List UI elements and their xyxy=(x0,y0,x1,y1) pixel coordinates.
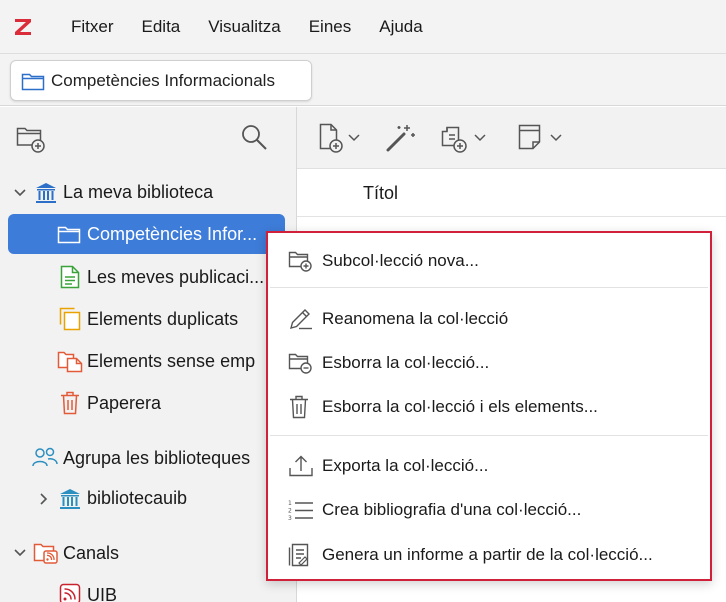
library-icon xyxy=(34,182,58,204)
report-icon xyxy=(288,543,312,567)
trash-icon xyxy=(60,391,80,415)
search-icon[interactable] xyxy=(240,123,268,151)
column-title[interactable]: Títol xyxy=(363,183,398,204)
chevron-right-icon[interactable] xyxy=(38,492,50,506)
tree-label: Agrupa les biblioteques xyxy=(63,448,251,468)
menu-view[interactable]: Visualitza xyxy=(194,0,294,54)
menu-label: Genera un informe a partir de la col·lec… xyxy=(322,545,653,564)
numbered-list-icon: 123 xyxy=(288,498,314,522)
menu-item-new-subcollection[interactable]: Subcol·lecció nova... xyxy=(268,239,710,283)
menu-label: Subcol·lecció nova... xyxy=(322,251,479,270)
chevron-down-icon[interactable] xyxy=(13,547,27,559)
new-note-button[interactable] xyxy=(516,123,566,153)
folder-icon xyxy=(21,71,45,91)
menu-edit[interactable]: Edita xyxy=(128,0,195,54)
menu-item-delete[interactable]: Esborra la col·lecció... xyxy=(268,341,710,385)
tree-label: UIB xyxy=(87,585,118,602)
tree-label: Competències Infor... xyxy=(87,224,258,244)
items-toolbar xyxy=(297,107,726,169)
collections-toolbar xyxy=(0,107,296,169)
menu-item-rename[interactable]: Reanomena la col·lecció xyxy=(268,297,710,341)
tree-item-feeds[interactable]: Canals xyxy=(0,533,296,573)
menu-bar: Fitxer Edita Visualitza Eines Ajuda xyxy=(0,0,726,54)
menu-item-delete-with-items[interactable]: Esborra la col·lecció i els elements... xyxy=(268,385,710,429)
menu-separator xyxy=(270,435,708,436)
add-attachment-button[interactable] xyxy=(439,123,489,153)
tree-item-group-libraries[interactable]: Agrupa les biblioteques xyxy=(0,438,296,478)
menu-label: Reanomena la col·lecció xyxy=(322,309,509,328)
library-icon xyxy=(58,488,82,510)
chevron-down-icon[interactable] xyxy=(13,187,27,199)
menu-label: Crea bibliografia d'una col·lecció... xyxy=(322,500,582,519)
tree-label: Paperera xyxy=(87,393,162,413)
svg-text:2: 2 xyxy=(288,508,292,515)
tree-item-my-publications[interactable]: Les meves publicaci... xyxy=(0,257,296,297)
tab-label: Competències Informacionals xyxy=(51,70,275,90)
unfiled-items-icon xyxy=(57,349,83,373)
tree-item-unfiled[interactable]: Elements sense emp xyxy=(0,341,296,381)
new-subcollection-icon xyxy=(288,250,312,272)
new-item-button[interactable] xyxy=(317,123,363,153)
delete-collection-icon xyxy=(288,352,312,374)
magic-wand-icon[interactable] xyxy=(385,123,417,153)
collections-pane: La meva biblioteca Competències Infor...… xyxy=(0,107,297,602)
tree-label: Elements duplicats xyxy=(87,309,239,329)
tree-label: Canals xyxy=(63,543,120,563)
tab-library[interactable]: Competències Informacionals xyxy=(10,60,312,101)
tree-item-group-bibliotecauib[interactable]: bibliotecauib xyxy=(0,479,296,519)
tree-item-collection-selected[interactable]: Competències Infor... xyxy=(0,214,296,254)
tab-strip: Competències Informacionals xyxy=(0,54,726,106)
trash-icon xyxy=(288,395,310,419)
feed-icon xyxy=(59,583,81,602)
group-icon xyxy=(32,446,58,470)
menu-item-bibliography[interactable]: 123 Crea bibliografia d'una col·lecció..… xyxy=(268,488,710,532)
tree-item-my-library[interactable]: La meva biblioteca xyxy=(0,173,296,213)
menu-label: Exporta la col·lecció... xyxy=(322,456,489,475)
tree-label: La meva biblioteca xyxy=(63,182,214,202)
tree-label: bibliotecauib xyxy=(87,488,188,508)
menu-file[interactable]: Fitxer xyxy=(57,0,128,54)
svg-text:1: 1 xyxy=(288,500,292,507)
duplicate-icon xyxy=(59,307,81,331)
svg-text:3: 3 xyxy=(288,515,292,522)
tree-item-trash[interactable]: Paperera xyxy=(0,383,296,423)
collection-context-menu: Subcol·lecció nova... Reanomena la col·l… xyxy=(266,231,712,581)
tree-label: Les meves publicaci... xyxy=(87,267,265,287)
items-column-header: Títol xyxy=(297,169,726,217)
feeds-icon xyxy=(33,541,59,565)
document-icon xyxy=(60,265,80,289)
pencil-icon xyxy=(288,307,314,331)
tree-label: Elements sense emp xyxy=(87,351,256,371)
export-icon xyxy=(288,454,314,478)
tree-item-feed-uib[interactable]: UIB xyxy=(0,575,296,602)
zotero-logo-icon[interactable] xyxy=(13,17,33,37)
menu-label: Esborra la col·lecció... xyxy=(322,353,490,372)
menu-tools[interactable]: Eines xyxy=(295,0,366,54)
menu-separator xyxy=(270,287,708,288)
folder-icon xyxy=(57,224,81,244)
new-collection-button[interactable] xyxy=(16,125,46,153)
tree-item-duplicates[interactable]: Elements duplicats xyxy=(0,299,296,339)
menu-label: Esborra la col·lecció i els elements... xyxy=(322,397,598,416)
menu-help[interactable]: Ajuda xyxy=(365,0,436,54)
menu-item-export[interactable]: Exporta la col·lecció... xyxy=(268,444,710,488)
menu-item-report[interactable]: Genera un informe a partir de la col·lec… xyxy=(268,533,710,577)
